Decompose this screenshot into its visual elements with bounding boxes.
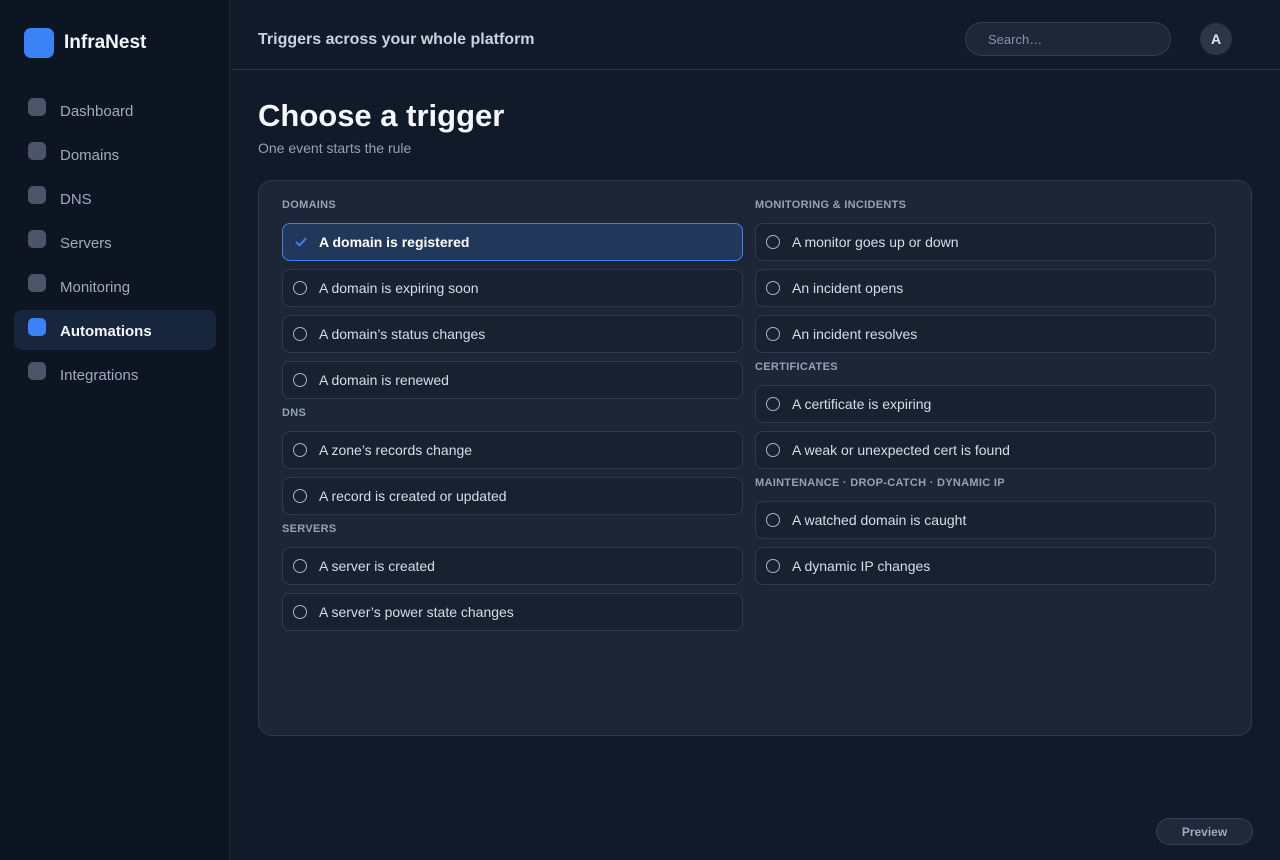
- group-label: MAINTENANCE · DROP-CATCH · DYNAMIC IP: [755, 477, 1005, 489]
- trigger-option-label: A domain’s status changes: [319, 326, 486, 342]
- radio-icon: [766, 559, 780, 573]
- trigger-option-label: A server is created: [319, 558, 435, 574]
- trigger-option-label: A domain is expiring soon: [319, 280, 479, 296]
- trigger-group-domains: DOMAINS A domain is registered A domain is…: [282, 199, 743, 399]
- nav-icon: [28, 362, 46, 380]
- radio-icon: [293, 373, 307, 387]
- trigger-option-label: A dynamic IP changes: [792, 558, 931, 574]
- trigger-option[interactable]: A domain is renewed: [282, 361, 743, 399]
- trigger-column-left: DOMAINS A domain is registered A domain is…: [282, 199, 743, 639]
- trigger-option-label: A monitor goes up or down: [792, 234, 959, 250]
- trigger-option-label: A watched domain is caught: [792, 512, 967, 528]
- radio-icon: [293, 327, 307, 341]
- nav-icon: [28, 318, 46, 336]
- trigger-option[interactable]: A certificate is expiring: [755, 385, 1216, 423]
- sidebar-item-dashboard[interactable]: Dashboard: [14, 90, 216, 130]
- trigger-option-label: A record is created or updated: [319, 488, 507, 504]
- trigger-option[interactable]: A zone’s records change: [282, 431, 743, 469]
- search-input[interactable]: [965, 22, 1171, 56]
- sidebar: InfraNest Dashboard Domains DNS Servers Moni…: [0, 0, 230, 860]
- sidebar-item-label: Automations: [60, 322, 152, 340]
- trigger-option-label: A domain is registered: [319, 234, 470, 250]
- radio-icon: [293, 489, 307, 503]
- trigger-column-right: MONITORING & INCIDENTS A monitor goes up …: [755, 199, 1216, 593]
- trigger-option-label: A domain is renewed: [319, 372, 449, 388]
- sidebar-item-integrations[interactable]: Integrations: [14, 354, 216, 394]
- sidebar-item-label: Dashboard: [60, 102, 134, 120]
- radio-icon: [293, 605, 307, 619]
- sidebar-item-label: Servers: [60, 234, 112, 252]
- trigger-panel: DOMAINS A domain is registered A domain is…: [258, 180, 1252, 736]
- sidebar-item-domains[interactable]: Domains: [14, 134, 216, 174]
- sidebar-item-monitoring[interactable]: Monitoring: [14, 266, 216, 306]
- trigger-option-label: An incident resolves: [792, 326, 918, 342]
- trigger-option-label: A zone’s records change: [319, 442, 473, 458]
- logo-icon: [24, 28, 54, 58]
- nav-icon: [28, 274, 46, 292]
- radio-icon: [766, 513, 780, 527]
- header-title: Triggers across your whole platform: [258, 31, 535, 48]
- radio-icon: [293, 281, 307, 295]
- trigger-group-servers: SERVERS A server is created A server’s pow…: [282, 523, 743, 631]
- trigger-option[interactable]: A server is created: [282, 547, 743, 585]
- trigger-option[interactable]: A domain is expiring soon: [282, 269, 743, 307]
- trigger-option[interactable]: An incident resolves: [755, 315, 1216, 353]
- preview-button[interactable]: Preview: [1156, 818, 1253, 845]
- nav-icon: [28, 230, 46, 248]
- sidebar-item-automations[interactable]: Automations: [14, 310, 216, 350]
- sidebar-item-label: DNS: [60, 190, 92, 208]
- trigger-option[interactable]: A record is created or updated: [282, 477, 743, 515]
- sidebar-nav: Dashboard Domains DNS Servers Monitoring Auto…: [14, 90, 216, 398]
- trigger-group-maintenance-drop-catch-dynamic-ip: MAINTENANCE · DROP-CATCH · DYNAMIC IP A w…: [755, 477, 1216, 585]
- avatar[interactable]: A: [1200, 23, 1232, 55]
- page-title: Choose a trigger: [258, 98, 505, 133]
- nav-icon: [28, 142, 46, 160]
- radio-icon: [766, 397, 780, 411]
- sidebar-item-label: Domains: [60, 146, 120, 164]
- trigger-option[interactable]: A server’s power state changes: [282, 593, 743, 631]
- trigger-option-label: A weak or unexpected cert is found: [792, 442, 1010, 458]
- trigger-option-label: An incident opens: [792, 280, 904, 296]
- sidebar-item-label: Monitoring: [60, 278, 131, 296]
- trigger-option[interactable]: A dynamic IP changes: [755, 547, 1216, 585]
- nav-icon: [28, 98, 46, 116]
- trigger-option[interactable]: A domain is registered: [282, 223, 743, 261]
- radio-icon: [766, 327, 780, 341]
- radio-icon: [766, 443, 780, 457]
- trigger-option[interactable]: A monitor goes up or down: [755, 223, 1216, 261]
- group-label: SERVERS: [282, 523, 337, 535]
- nav-icon: [28, 186, 46, 204]
- radio-icon: [293, 443, 307, 457]
- sidebar-item-label: Integrations: [60, 366, 139, 384]
- radio-icon: [293, 559, 307, 573]
- group-label: DNS: [282, 407, 307, 419]
- radio-icon: [766, 281, 780, 295]
- group-label: DOMAINS: [282, 199, 337, 211]
- brand[interactable]: InfraNest: [24, 28, 146, 58]
- group-label: CERTIFICATES: [755, 361, 838, 373]
- trigger-group-certificates: CERTIFICATES A certificate is expiring A w…: [755, 361, 1216, 469]
- trigger-group-dns: DNS A zone’s records change A record is cr…: [282, 407, 743, 515]
- page-subtitle: One event starts the rule: [258, 140, 412, 156]
- sidebar-item-dns[interactable]: DNS: [14, 178, 216, 218]
- trigger-option[interactable]: An incident opens: [755, 269, 1216, 307]
- trigger-option[interactable]: A watched domain is caught: [755, 501, 1216, 539]
- trigger-option[interactable]: A weak or unexpected cert is found: [755, 431, 1216, 469]
- check-icon: [295, 237, 307, 247]
- sidebar-item-servers[interactable]: Servers: [14, 222, 216, 262]
- top-header: Triggers across your whole platform A: [231, 0, 1280, 70]
- trigger-option-label: A certificate is expiring: [792, 396, 932, 412]
- brand-name: InfraNest: [64, 32, 147, 53]
- radio-icon: [766, 235, 780, 249]
- trigger-option-label: A server’s power state changes: [319, 604, 514, 620]
- trigger-group-monitoring-incidents: MONITORING & INCIDENTS A monitor goes up …: [755, 199, 1216, 353]
- trigger-option[interactable]: A domain’s status changes: [282, 315, 743, 353]
- group-label: MONITORING & INCIDENTS: [755, 199, 907, 211]
